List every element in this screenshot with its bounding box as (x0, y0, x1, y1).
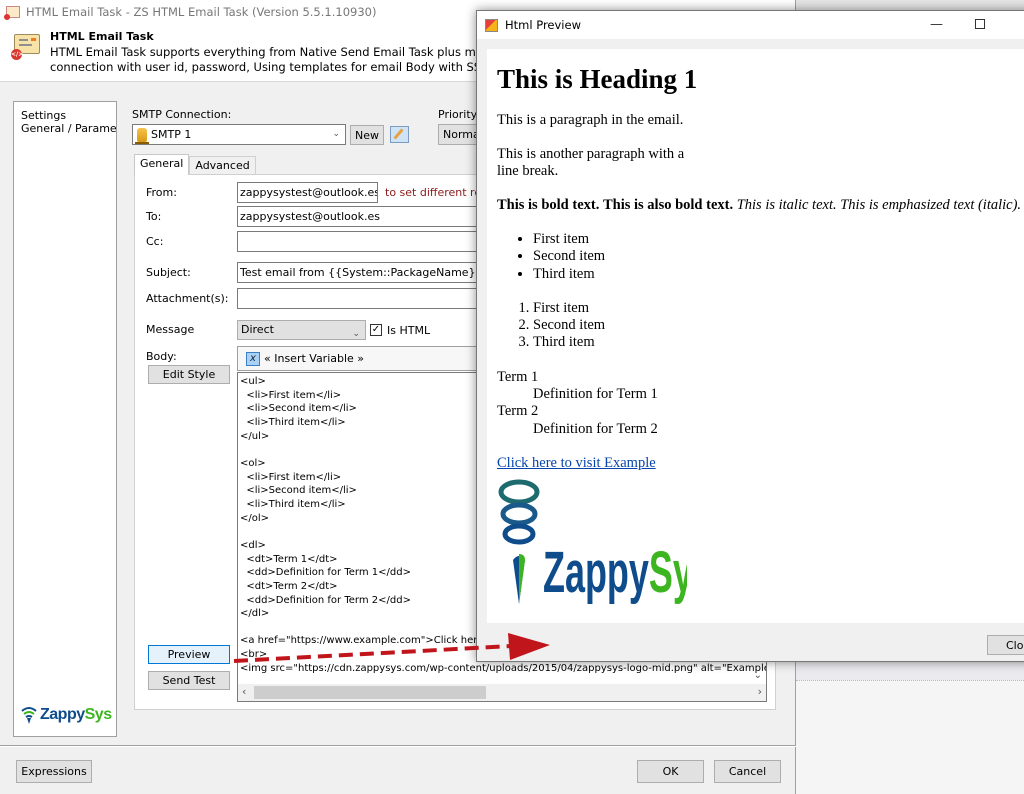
close-preview-button[interactable]: Close (987, 635, 1024, 655)
definition-term: Term 1 (497, 368, 539, 385)
cc-input[interactable] (237, 231, 487, 252)
zappysys-logo: Zappy Sys (20, 706, 112, 724)
logo-text-sys-part: Sys (649, 540, 687, 605)
is-html-label: Is HTML (387, 324, 431, 337)
to-input[interactable]: zappysystest@outlook.es (237, 206, 487, 227)
email-task-icon: </> (11, 34, 40, 60)
header-description-line1: HTML Email Task supports everything from… (50, 45, 480, 59)
list-item: Second item (533, 248, 1024, 265)
preview-button[interactable]: Preview (148, 645, 230, 664)
header-description-line2: connection with user id, password, Using… (50, 60, 480, 74)
chevron-down-icon: ⌄ (352, 329, 360, 339)
preview-paragraph-2-line2: line break. (497, 163, 559, 179)
scrollbar-thumb[interactable] (254, 686, 486, 699)
message-source-select[interactable]: Direct ⌄ (237, 320, 366, 340)
attachments-input[interactable] (237, 288, 487, 309)
cc-label: Cc: (146, 235, 164, 248)
cancel-button[interactable]: Cancel (714, 760, 781, 783)
example-link[interactable]: Click here to visit Example (497, 455, 1024, 472)
list-item: First item (533, 231, 1024, 248)
preview-formatting-paragraph: This is bold text. This is also bold tex… (497, 197, 1024, 214)
zappysys-logo-graphic: ZappySys (498, 479, 713, 605)
header-title: HTML Email Task (50, 30, 154, 43)
variable-icon: x (246, 351, 260, 366)
nav-item-general-parameters[interactable]: General / Parameters (14, 122, 116, 135)
expressions-button[interactable]: Expressions (16, 760, 92, 783)
preview-paragraph-2-line1: This is another paragraph with a (497, 146, 685, 162)
smtp-connection-value: SMTP 1 (151, 128, 192, 141)
preview-paragraph-1: This is a paragraph in the email. (497, 112, 684, 128)
logo-text-zappy: Zappy (40, 706, 85, 723)
logo-text-sys: Sys (84, 706, 112, 723)
priority-label: Priority: (438, 108, 481, 121)
minimize-icon[interactable]: — (930, 17, 943, 32)
preview-window-title: Html Preview (505, 18, 581, 32)
preview-definition-list: Term 1 Definition for Term 1 Term 2 Defi… (497, 369, 1024, 438)
to-label: To: (146, 210, 162, 223)
message-source-value: Direct (241, 323, 274, 336)
insert-variable-button[interactable]: « Insert Variable » (264, 352, 364, 365)
send-test-button[interactable]: Send Test (148, 671, 230, 690)
background-panel (796, 680, 1024, 794)
definition-description: Definition for Term 2 (533, 420, 658, 437)
new-connection-button[interactable]: New (350, 125, 384, 145)
ok-button[interactable]: OK (637, 760, 704, 783)
list-item: Second item (533, 317, 1024, 334)
message-label: Message (146, 323, 195, 336)
from-label: From: (146, 186, 177, 199)
preview-titlebar: Html Preview — (477, 11, 1024, 39)
preview-unordered-list: First item Second item Third item (497, 231, 1024, 283)
body-label: Body: (146, 350, 177, 363)
email-task-app-icon (4, 6, 20, 20)
settings-tabs: General Advanced (134, 154, 256, 175)
scroll-down-icon[interactable]: ⌄ (754, 670, 762, 681)
window-title: HTML Email Task - ZS HTML Email Task (Ve… (26, 5, 377, 19)
footer-divider (0, 745, 796, 747)
tab-general[interactable]: General (134, 154, 190, 175)
preview-emphasized-text: This is emphasized text (italic). (840, 197, 1022, 213)
code-line: <img src="https://cdn.zappysys.com/wp-co… (240, 662, 767, 674)
list-item: First item (533, 300, 1024, 317)
list-item: Third item (533, 266, 1024, 283)
tab-advanced[interactable]: Advanced (189, 156, 256, 175)
scroll-right-icon[interactable]: › (758, 685, 762, 698)
zappysys-logo-image: ZappySys (497, 474, 713, 614)
preview-content: This is Heading 1 This is a paragraph in… (487, 49, 1024, 623)
edit-style-button[interactable]: Edit Style (148, 365, 230, 384)
is-html-checkbox[interactable]: ✓ (370, 324, 382, 336)
maximize-icon[interactable] (975, 19, 985, 29)
body-toolbar: x « Insert Variable » (237, 346, 477, 371)
preview-app-icon (485, 18, 498, 32)
list-item: Third item (533, 334, 1024, 351)
html-preview-window: Html Preview — This is Heading 1 This is… (476, 10, 1024, 662)
definition-description: Definition for Term 1 (533, 386, 658, 403)
edit-connection-icon[interactable] (390, 126, 409, 143)
smtp-connection-label: SMTP Connection: (132, 108, 232, 121)
attachments-label: Attachment(s): (146, 292, 229, 305)
settings-nav: Settings General / Parameters ZappySys (13, 101, 117, 737)
preview-italic-text: This is italic text. (736, 197, 837, 213)
from-input[interactable]: zappysystest@outlook.es (237, 182, 378, 203)
logo-text-zappy-part: Zappy (543, 540, 649, 605)
preview-ordered-list: First item Second item Third item (497, 300, 1024, 352)
chevron-down-icon: ⌄ (332, 129, 340, 139)
preview-bold-text: This is bold text. (497, 197, 600, 213)
zappysys-wifi-icon (21, 707, 37, 724)
horizontal-scrollbar[interactable]: ‹ › (238, 684, 766, 701)
header-description: HTML Email Task supports everything from… (50, 45, 480, 75)
definition-term: Term 2 (497, 403, 539, 420)
smtp-connection-select[interactable]: SMTP 1 ⌄ (132, 124, 346, 145)
logo-text-zappy: ZappySys (543, 540, 687, 605)
preview-strong-text: This is also bold text. (602, 197, 734, 213)
subject-label: Subject: (146, 266, 191, 279)
subject-input[interactable]: Test email from {{System::PackageName}} (237, 262, 487, 283)
preview-paragraph-2: This is another paragraph with a line br… (497, 146, 1024, 180)
database-icon (135, 127, 149, 144)
preview-heading: This is Heading 1 (497, 64, 698, 94)
nav-item-settings[interactable]: Settings (14, 109, 116, 122)
scroll-left-icon[interactable]: ‹ (242, 685, 246, 698)
